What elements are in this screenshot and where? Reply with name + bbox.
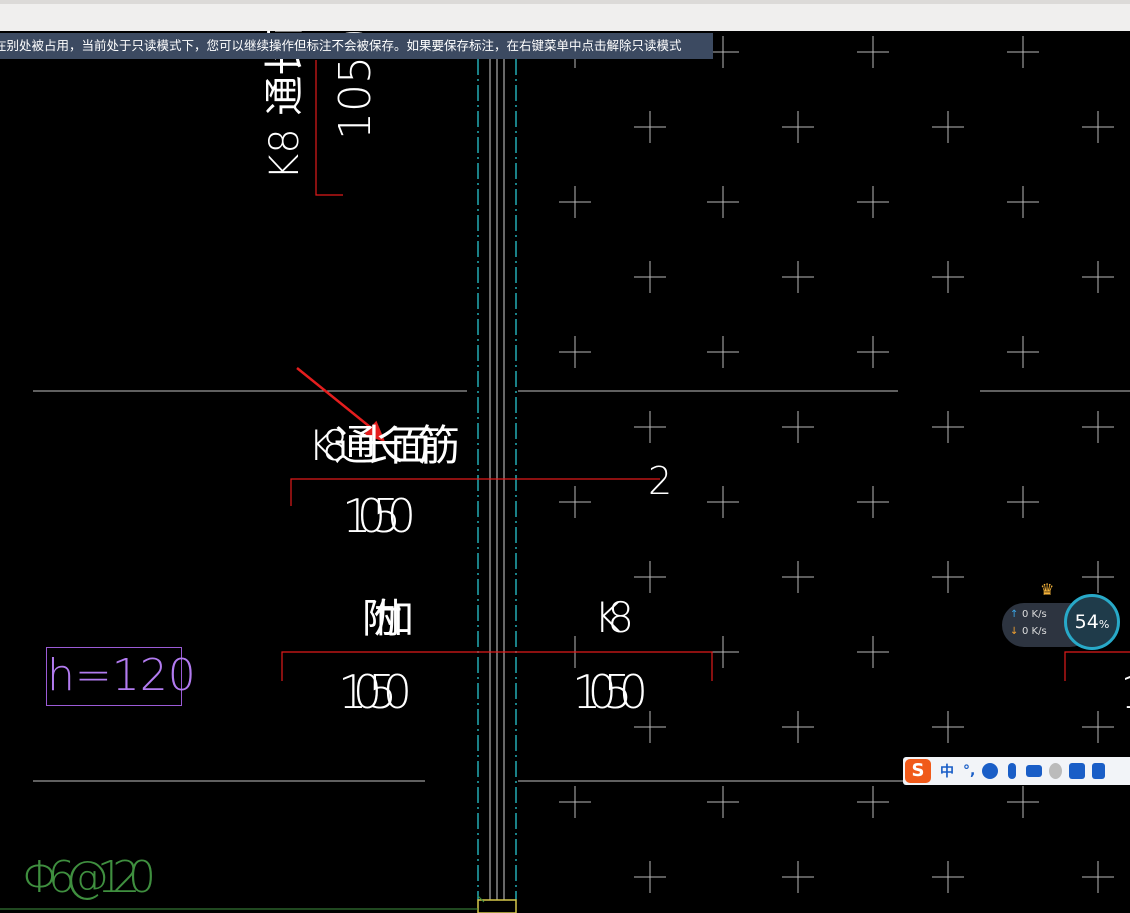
punctuation-toggle[interactable]: °, [963,763,975,779]
keyboard-icon[interactable] [1026,765,1043,777]
vip-crown-icon: ♛ [1040,580,1055,599]
edge-rebar-length: 1 [1120,665,1130,719]
slab-thickness-text: h=120 [47,650,196,701]
download-arrow-icon: ↓ [1010,626,1019,637]
upload-speed: ↑ 0 K/s [1010,609,1047,620]
readonly-notice-banner: 在别处被占用，当前处于只读模式下，您可以继续操作但标注不会被保存。如果要保存标注… [0,33,713,59]
k8-rebar-label: K8 [594,593,634,642]
slab-thickness-box: h=120 [46,647,196,706]
toolbox-icon[interactable] [1092,763,1106,779]
user-icon[interactable] [1049,763,1063,779]
window-title-bar [0,0,1130,31]
emoji-icon[interactable] [982,763,999,779]
usage-percent: 54 [1074,611,1099,633]
beam-lines [33,390,1130,782]
download-speed: ↓ 0 K/s [1010,626,1047,637]
readonly-notice-text: 在别处被占用，当前处于只读模式下，您可以继续操作但标注不会被保存。如果要保存标注… [0,38,682,53]
memory-usage-ring[interactable]: 54% [1064,594,1120,650]
right-rebar-length: 1050 [572,665,648,719]
upload-arrow-icon: ↑ [1010,609,1019,620]
wall-lines [477,33,517,900]
mark-number-2: 2 [648,459,672,503]
sogou-logo-icon[interactable]: S [905,759,931,783]
rebar-spec-text: Φ6 @120 [22,852,156,903]
skin-icon[interactable] [1069,763,1086,779]
left-rebar-length: 1050 [338,665,412,719]
ime-toolbar[interactable]: S 中 °, [903,757,1130,785]
scrollbar[interactable] [1112,8,1130,30]
network-speed-widget[interactable]: ♛ ↑ 0 K/s ↓ 0 K/s 54% [1002,580,1130,660]
microphone-icon[interactable] [1008,763,1017,779]
additional-rebar-label: 附加 [362,596,414,642]
percent-unit: % [1098,618,1110,631]
main-rebar-length: 1050 [342,489,416,543]
ime-mode-toggle[interactable]: 中 [940,761,954,781]
main-rebar-label: K8 通长面筋 [308,421,460,470]
